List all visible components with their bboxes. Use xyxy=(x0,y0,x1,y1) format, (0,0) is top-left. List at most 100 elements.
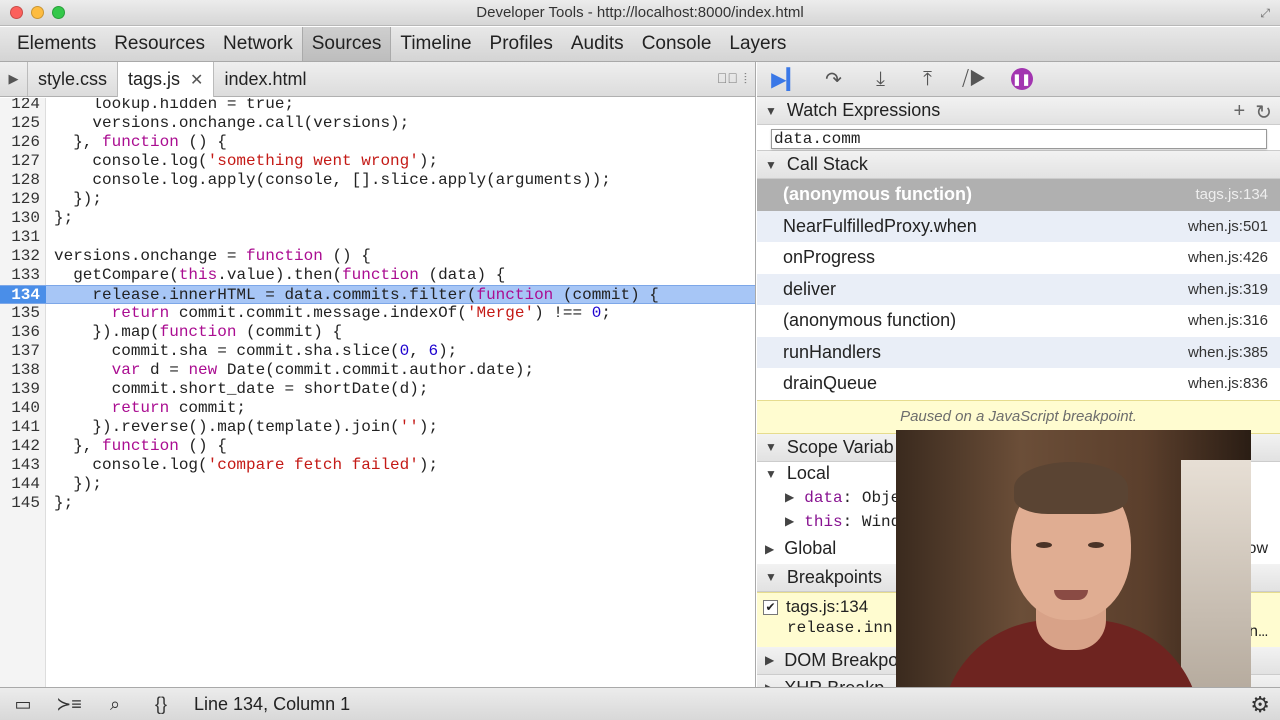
code-line[interactable]: 135 return commit.commit.message.indexOf… xyxy=(0,304,755,323)
line-number[interactable]: 139 xyxy=(0,380,46,399)
code-line[interactable]: 138 var d = new Date(commit.commit.autho… xyxy=(0,361,755,380)
code-line[interactable]: 129 }); xyxy=(0,190,755,209)
call-frame[interactable]: (anonymous function) tags.js:134 xyxy=(757,179,1280,211)
code-line[interactable]: 132 versions.onchange = function () { xyxy=(0,247,755,266)
show-console-button[interactable]: ≻≡ xyxy=(46,688,92,720)
call-frame-location[interactable]: when.js:836 xyxy=(1188,375,1268,392)
call-stack-header[interactable]: ▼ Call Stack xyxy=(757,151,1280,179)
call-frame[interactable]: runHandlers when.js:385 xyxy=(757,336,1280,368)
line-number[interactable]: 128 xyxy=(0,171,46,190)
breakpoint-checkbox[interactable]: ✔ xyxy=(763,599,778,615)
call-frame[interactable]: NearFulfilledProxy.when when.js:501 xyxy=(757,210,1280,242)
gear-icon[interactable]: ⚙ xyxy=(1250,692,1270,718)
collapse-triangle-icon: ▼ xyxy=(765,466,777,481)
line-number[interactable]: 144 xyxy=(0,475,46,494)
line-number[interactable]: 145 xyxy=(0,494,46,513)
line-number[interactable]: 137 xyxy=(0,342,46,361)
call-frame-location[interactable]: when.js:319 xyxy=(1188,281,1268,298)
code-line[interactable]: 144 }); xyxy=(0,475,755,494)
code-line-breakpoint[interactable]: 134 release.innerHTML = data.commits.fil… xyxy=(0,285,755,304)
collapse-triangle-icon: ▼ xyxy=(765,440,777,454)
close-tab-icon[interactable]: ✕ xyxy=(190,70,203,90)
line-number[interactable]: 126 xyxy=(0,133,46,152)
code-line[interactable]: 127 console.log('something went wrong'); xyxy=(0,152,755,171)
file-tab-tags-js[interactable]: tags.js ✕ xyxy=(117,62,215,97)
close-window-button[interactable] xyxy=(10,6,23,19)
watch-expressions-header[interactable]: ▼ Watch Expressions + ↻ xyxy=(757,97,1280,125)
call-frame-location[interactable]: tags.js:134 xyxy=(1195,186,1268,203)
minimize-window-button[interactable] xyxy=(31,6,44,19)
panel-tab-timeline[interactable]: Timeline xyxy=(391,27,480,61)
code-line[interactable]: 125 versions.onchange.call(versions); xyxy=(0,114,755,133)
code-line[interactable]: 128 console.log.apply(console, [].slice.… xyxy=(0,171,755,190)
watch-expression-input[interactable]: data.comm xyxy=(771,129,1267,149)
line-number[interactable]: 135 xyxy=(0,304,46,323)
search-button[interactable]: ⌕ xyxy=(92,688,138,720)
line-number[interactable]: 134 xyxy=(0,286,46,304)
line-number[interactable]: 127 xyxy=(0,152,46,171)
panel-tab-sources[interactable]: Sources xyxy=(301,27,392,61)
line-number[interactable]: 132 xyxy=(0,247,46,266)
step-over-button[interactable]: ↷ xyxy=(810,64,857,94)
code-line[interactable]: 126 }, function () { xyxy=(0,133,755,152)
dock-toggle-button[interactable]: ▭ xyxy=(0,688,46,720)
line-number[interactable]: 131 xyxy=(0,228,46,247)
debugger-sidebar-toggle[interactable]: ▷⃞ ⦙ xyxy=(717,70,747,87)
resume-button[interactable]: ▶▎ xyxy=(763,64,810,94)
call-frame-location[interactable]: when.js:316 xyxy=(1188,312,1268,329)
pretty-print-button[interactable]: {} xyxy=(138,688,184,720)
step-out-button[interactable]: ⤒ xyxy=(904,64,951,94)
panel-tab-profiles[interactable]: Profiles xyxy=(481,27,562,61)
line-number[interactable]: 136 xyxy=(0,323,46,342)
panel-tab-audits[interactable]: Audits xyxy=(562,27,633,61)
file-tab-style-css[interactable]: style.css xyxy=(28,62,117,96)
call-frame-location[interactable]: when.js:501 xyxy=(1188,218,1268,235)
file-tab-index-html[interactable]: index.html xyxy=(214,62,316,96)
code-line[interactable]: 143 console.log('compare fetch failed'); xyxy=(0,456,755,475)
line-number[interactable]: 142 xyxy=(0,437,46,456)
code-line[interactable]: 133 getCompare(this.value).then(function… xyxy=(0,266,755,285)
code-line[interactable]: 141 }).reverse().map(template).join(''); xyxy=(0,418,755,437)
code-line[interactable]: 140 return commit; xyxy=(0,399,755,418)
code-line[interactable]: 136 }).map(function (commit) { xyxy=(0,323,755,342)
code-line[interactable]: 124 lookup.hidden = true; xyxy=(0,98,755,114)
code-line[interactable]: 142 }, function () { xyxy=(0,437,755,456)
line-number[interactable]: 141 xyxy=(0,418,46,437)
line-number[interactable]: 130 xyxy=(0,209,46,228)
sidebar-toggle-icon[interactable]: ▷⃞ xyxy=(717,70,738,87)
code-line[interactable]: 139 commit.short_date = shortDate(d); xyxy=(0,380,755,399)
drag-handle-icon[interactable]: ⦙ xyxy=(744,70,747,87)
line-number[interactable]: 138 xyxy=(0,361,46,380)
line-number[interactable]: 143 xyxy=(0,456,46,475)
line-number[interactable]: 124 xyxy=(0,98,46,114)
line-number[interactable]: 125 xyxy=(0,114,46,133)
add-watch-icon[interactable]: + xyxy=(1234,100,1246,125)
code-line[interactable]: 137 commit.sha = commit.sha.slice(0, 6); xyxy=(0,342,755,361)
code-line[interactable]: 131 xyxy=(0,228,755,247)
refresh-watch-icon[interactable]: ↻ xyxy=(1255,100,1272,125)
code-line[interactable]: 130}; xyxy=(0,209,755,228)
fullscreen-icon[interactable]: ⤢ xyxy=(1260,6,1270,21)
step-into-button[interactable]: ⤓ xyxy=(857,64,904,94)
navigator-toggle-icon[interactable]: ▶ xyxy=(0,62,28,96)
call-frame-location[interactable]: when.js:385 xyxy=(1188,344,1268,361)
deactivate-breakpoints-button[interactable]: ⧸▶ xyxy=(951,64,998,94)
call-frame[interactable]: (anonymous function) when.js:316 xyxy=(757,305,1280,337)
call-frame[interactable]: drainQueue when.js:836 xyxy=(757,368,1280,400)
call-frame-location[interactable]: when.js:426 xyxy=(1188,249,1268,266)
panel-tab-resources[interactable]: Resources xyxy=(105,27,214,61)
file-tab-label: tags.js xyxy=(128,69,181,89)
line-number[interactable]: 129 xyxy=(0,190,46,209)
code-line[interactable]: 145}; xyxy=(0,494,755,513)
panel-tab-elements[interactable]: Elements xyxy=(8,27,105,61)
panel-tab-console[interactable]: Console xyxy=(633,27,721,61)
pause-on-exceptions-button[interactable]: ❚❚ xyxy=(998,64,1045,94)
line-number[interactable]: 133 xyxy=(0,266,46,285)
call-frame[interactable]: onProgress when.js:426 xyxy=(757,242,1280,274)
panel-tab-network[interactable]: Network xyxy=(214,27,302,61)
code-editor[interactable]: 124 lookup.hidden = true; 125 versions.on… xyxy=(0,98,755,687)
zoom-window-button[interactable] xyxy=(52,6,65,19)
panel-tab-layers[interactable]: Layers xyxy=(720,27,795,61)
call-frame[interactable]: deliver when.js:319 xyxy=(757,273,1280,305)
line-number[interactable]: 140 xyxy=(0,399,46,418)
